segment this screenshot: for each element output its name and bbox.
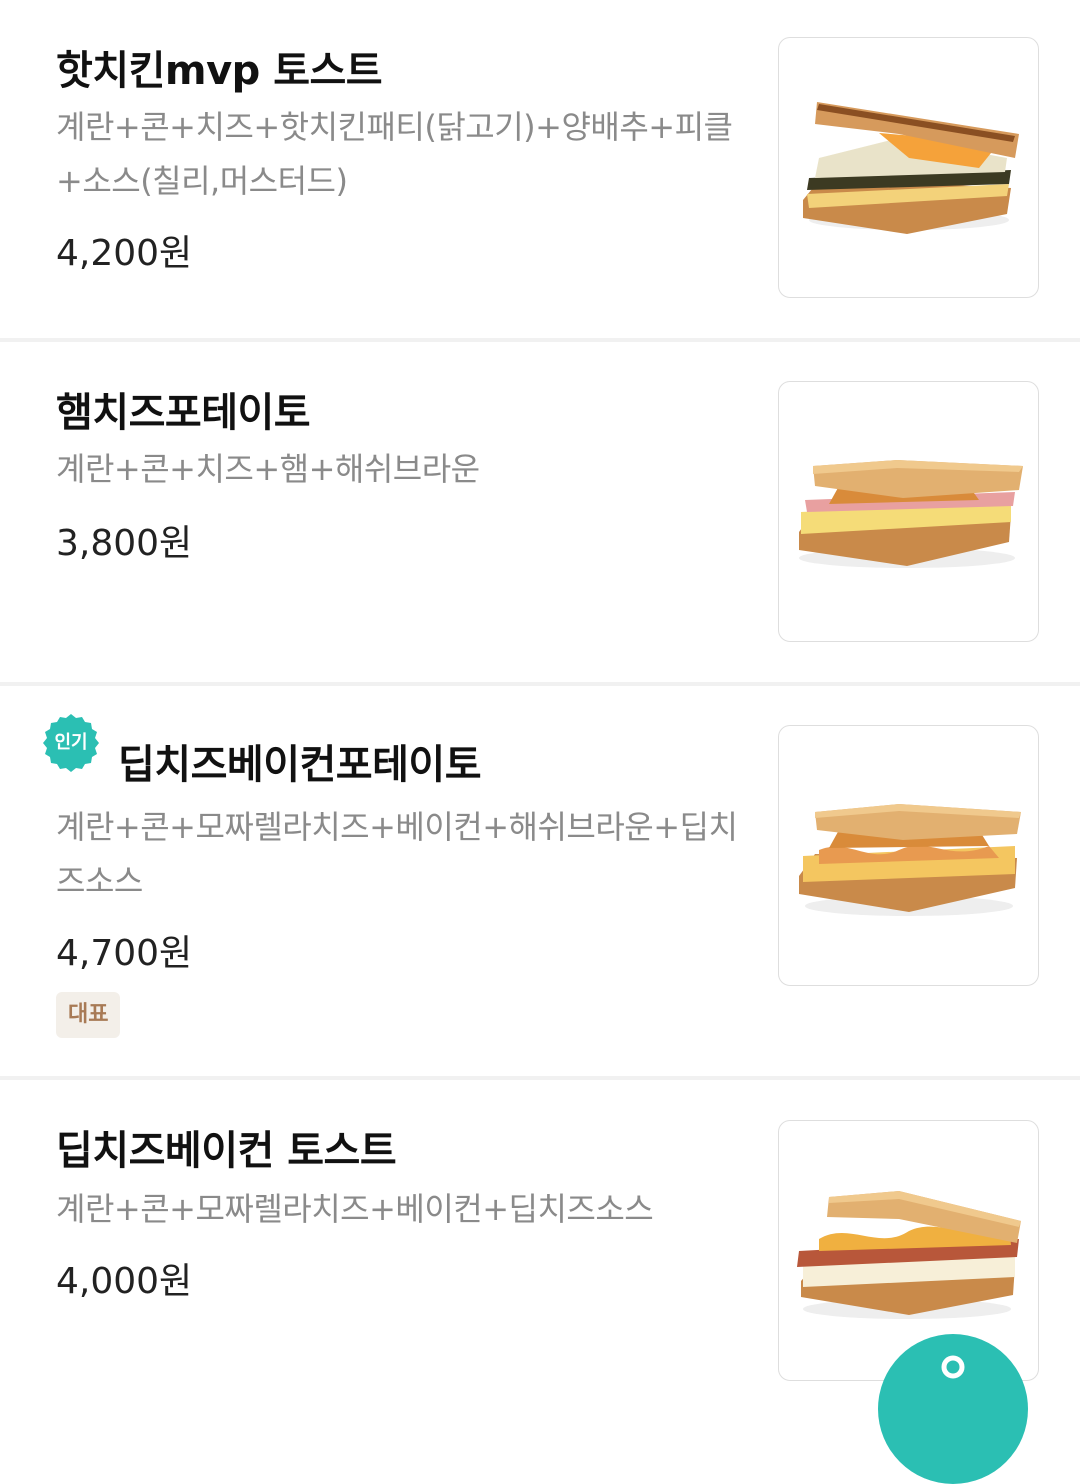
menu-item-price: 3,800원 [56, 523, 193, 564]
menu-item-title: 핫치킨mvp 토스트 [56, 48, 383, 94]
menu-item-description: 계란+콘+치즈+햄+해쉬브라운 [56, 450, 480, 488]
menu-item-description: 계란+콘+치즈+핫치킨패티(닭고기)+양배추+피클+소스(칠리,머스터드) [56, 108, 733, 200]
menu-item[interactable]: 인기 딥치즈베이컨포테이토 계란+콘+모짜렐라치즈+베이컨+해쉬브라운+딥치즈소… [0, 686, 1080, 1076]
menu-item-price: 4,000원 [56, 1261, 193, 1302]
menu-item-description: 계란+콘+모짜렐라치즈+베이컨+딥치즈소스 [56, 1190, 654, 1228]
menu-item-image [778, 37, 1039, 298]
person-icon [941, 1355, 965, 1379]
floating-action-button[interactable] [878, 1334, 1028, 1484]
menu-item-image [778, 381, 1039, 642]
menu-item-title: 딥치즈베이컨포테이토 [118, 742, 482, 788]
menu-item[interactable]: 핫치킨mvp 토스트 계란+콘+치즈+핫치킨패티(닭고기)+양배추+피클+소스(… [0, 0, 1080, 338]
menu-item[interactable]: 햄치즈포테이토 계란+콘+치즈+햄+해쉬브라운 3,800원 [0, 342, 1080, 682]
menu-item-description: 계란+콘+모짜렐라치즈+베이컨+해쉬브라운+딥치즈소스 [56, 808, 738, 900]
menu-item-price: 4,700원 [56, 933, 193, 974]
menu-item-title: 딥치즈베이컨 토스트 [56, 1128, 397, 1174]
popular-badge-label: 인기 [54, 732, 88, 753]
signature-tag: 대표 [56, 992, 121, 1038]
menu-item-image [778, 1120, 1039, 1381]
menu-item-title: 햄치즈포테이토 [56, 390, 311, 436]
menu-item-image [778, 725, 1039, 986]
popular-badge: 인기 [40, 712, 102, 774]
menu-item-price: 4,200원 [56, 233, 193, 274]
